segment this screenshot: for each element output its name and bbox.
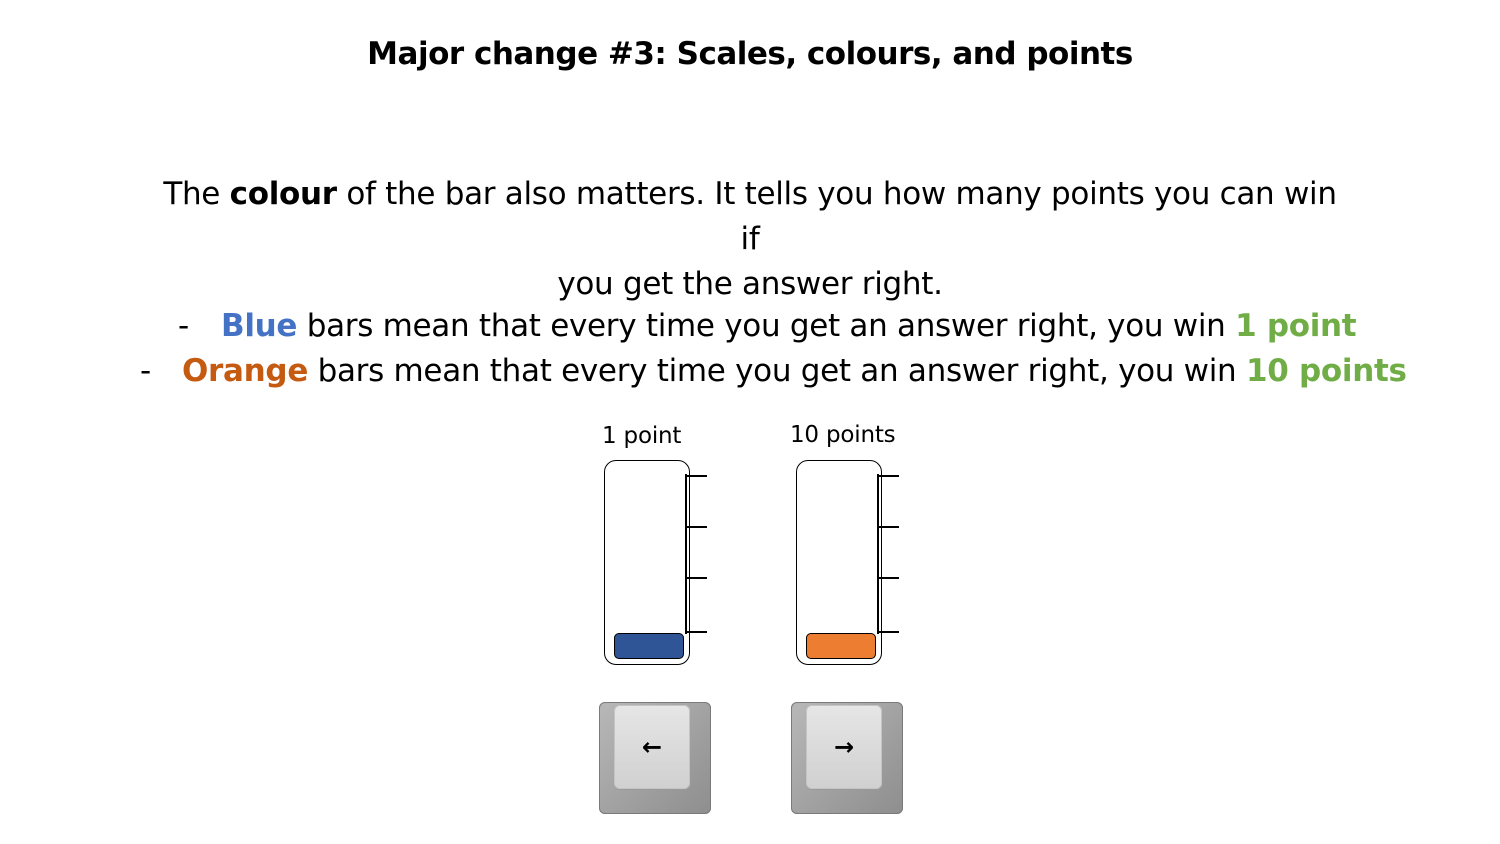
bullet-blue: - Blue bars mean that every time you get … — [178, 308, 1357, 344]
scale-tick — [877, 475, 899, 477]
bullet-text: bars mean that every time you get an ans… — [308, 353, 1246, 389]
slide-title: Major change #3: Scales, colours, and po… — [367, 36, 1133, 72]
blue-word: Blue — [221, 308, 298, 344]
scale-tick — [685, 577, 707, 579]
intro-emphasis: colour — [229, 176, 337, 212]
bullet-dash: - — [178, 308, 189, 344]
scale-tick — [877, 631, 899, 633]
meter-scale — [685, 474, 687, 634]
meter-blue — [604, 460, 690, 665]
bullet-dash: - — [140, 353, 151, 389]
scale-tick — [877, 577, 899, 579]
scale-tick — [685, 631, 707, 633]
intro-line2: you get the answer right. — [557, 266, 943, 302]
intro-rest: of the bar also matters. It tells you ho… — [336, 176, 1337, 257]
scale-tick — [685, 475, 707, 477]
orange-word: Orange — [182, 353, 309, 389]
meter-scale — [877, 474, 879, 634]
left-arrow-key[interactable]: ← — [599, 702, 711, 814]
intro-prefix: The — [163, 176, 230, 212]
points-value: 1 point — [1235, 308, 1357, 344]
key-face: → — [806, 705, 882, 789]
bar-label-10-points: 10 points — [790, 422, 896, 448]
scale-tick — [877, 526, 899, 528]
points-value: 10 points — [1245, 353, 1407, 389]
bullet-text: bars mean that every time you get an ans… — [297, 308, 1236, 344]
right-arrow-key[interactable]: → — [791, 702, 903, 814]
bullet-orange: - Orange bars mean that every time you ge… — [140, 353, 1407, 389]
meter-fill-orange — [806, 633, 876, 659]
intro-paragraph: The colour of the bar also matters. It t… — [150, 172, 1350, 307]
meter-fill-blue — [614, 633, 684, 659]
left-arrow-key-icon: ← — [641, 733, 663, 761]
right-arrow-key-icon: → — [833, 733, 855, 761]
bar-label-1-point: 1 point — [602, 423, 682, 449]
scale-tick — [685, 526, 707, 528]
key-face: ← — [614, 705, 690, 789]
meter-orange — [796, 460, 882, 665]
